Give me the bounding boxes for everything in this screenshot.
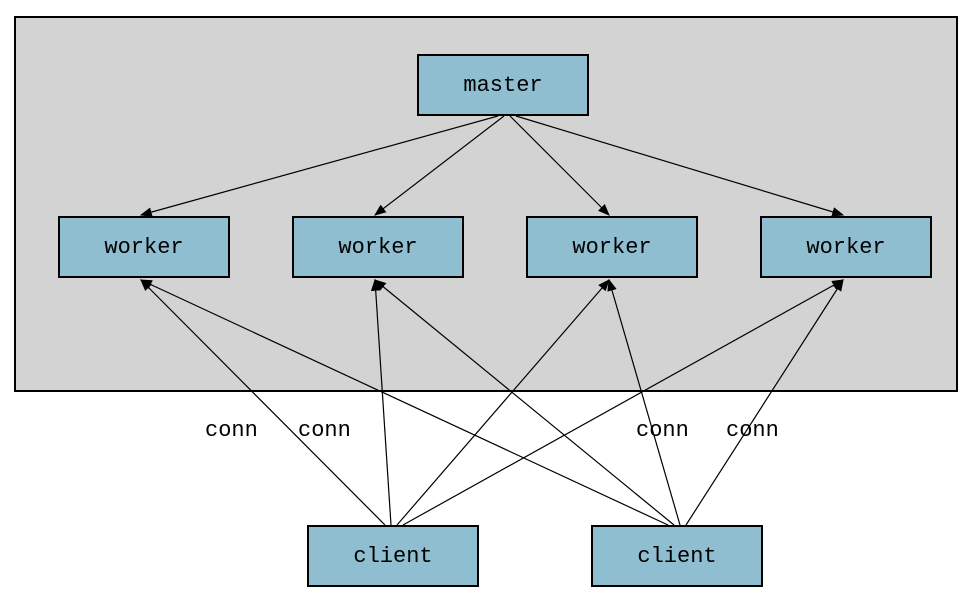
master-node: master — [417, 54, 589, 116]
worker-node-4: worker — [760, 216, 932, 278]
edge-label-conn-1: conn — [205, 418, 258, 443]
worker-node-3: worker — [526, 216, 698, 278]
worker-node-1: worker — [58, 216, 230, 278]
worker-node-2: worker — [292, 216, 464, 278]
client-node-2: client — [591, 525, 763, 587]
diagram-canvas: master worker worker worker worker clien… — [0, 0, 971, 607]
client-node-1: client — [307, 525, 479, 587]
edge-label-conn-3: conn — [636, 418, 689, 443]
edge-label-conn-4: conn — [726, 418, 779, 443]
edge-label-conn-2: conn — [298, 418, 351, 443]
